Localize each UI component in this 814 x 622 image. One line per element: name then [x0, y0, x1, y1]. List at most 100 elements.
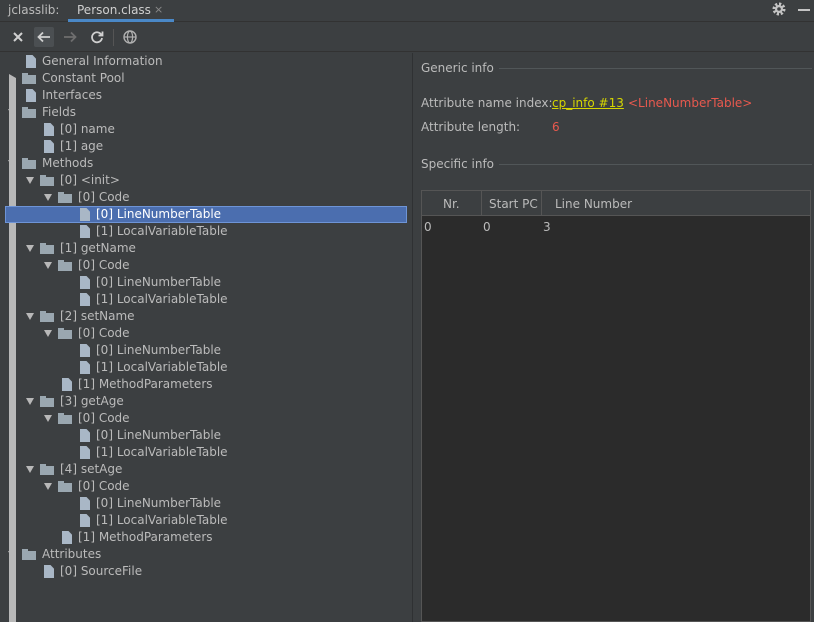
tree-node[interactable]: [1] LocalVariableTable: [0, 512, 412, 529]
file-icon: [80, 497, 90, 510]
gear-icon[interactable]: [771, 1, 787, 17]
table-cell-start-pc[interactable]: 0: [483, 220, 491, 234]
tree-node[interactable]: [1] getName: [0, 240, 412, 257]
table-cell-line-number[interactable]: 3: [543, 220, 551, 234]
tree-node[interactable]: [0] LineNumberTable: [0, 206, 412, 223]
file-icon: [26, 55, 36, 68]
expand-arrow-icon[interactable]: [44, 262, 52, 269]
tree-node-label: [0] Code: [78, 479, 130, 493]
tree-node[interactable]: [2] setName: [0, 308, 412, 325]
tree-node-label: [0] LineNumberTable: [96, 207, 222, 221]
expand-arrow-icon[interactable]: [44, 483, 52, 490]
forward-button[interactable]: [60, 27, 80, 47]
attribute-length-value: 6: [552, 120, 560, 134]
tree-node-label: [0] name: [60, 122, 115, 136]
refresh-icon: [91, 31, 104, 44]
expand-arrow-icon[interactable]: [8, 551, 16, 558]
tree-node[interactable]: [1] LocalVariableTable: [0, 223, 412, 240]
tree-node[interactable]: [0] Code: [0, 478, 412, 495]
tree-node-label: [1] LocalVariableTable: [96, 360, 228, 374]
detail-panel: Generic info Attribute name index: cp_in…: [413, 53, 814, 622]
column-header-line-number[interactable]: Line Number: [555, 197, 632, 211]
table-cell-nr[interactable]: 0: [424, 220, 432, 234]
column-header-start-pc[interactable]: Start PC: [489, 197, 538, 211]
tree-node-label: Interfaces: [42, 88, 102, 102]
folder-icon: [40, 243, 54, 254]
expand-arrow-icon[interactable]: [44, 415, 52, 422]
globe-icon: [123, 30, 137, 44]
expand-arrow-icon[interactable]: [26, 245, 34, 252]
tree-node-label: [1] getName: [60, 241, 136, 255]
tree-node[interactable]: [0] SourceFile: [0, 563, 412, 580]
tree-node-label: [1] LocalVariableTable: [96, 292, 228, 306]
tree-node-label: [1] LocalVariableTable: [96, 445, 228, 459]
folder-icon: [40, 396, 54, 407]
line-number-table: Nr. Start PC Line Number 0 0 3: [421, 190, 811, 622]
tree-node-label: [1] LocalVariableTable: [96, 513, 228, 527]
tree-node[interactable]: [1] MethodParameters: [0, 376, 412, 393]
expand-arrow-icon[interactable]: [26, 177, 34, 184]
refresh-button[interactable]: [87, 27, 107, 47]
section-divider: [499, 68, 812, 69]
tab-close-icon[interactable]: ×: [154, 3, 163, 16]
tree-node-label: [3] getAge: [60, 394, 124, 408]
expand-arrow-icon[interactable]: [44, 194, 52, 201]
tree-node[interactable]: [0] name: [0, 121, 412, 138]
tree-node-label: [0] <init>: [60, 173, 120, 187]
cp-info-link[interactable]: cp_info #13: [552, 96, 624, 110]
expand-arrow-icon[interactable]: [44, 330, 52, 337]
folder-icon: [40, 175, 54, 186]
tree-node[interactable]: [4] setAge: [0, 461, 412, 478]
tree-node[interactable]: [0] LineNumberTable: [0, 342, 412, 359]
tree-node[interactable]: [1] LocalVariableTable: [0, 291, 412, 308]
tree-node[interactable]: Fields: [0, 104, 412, 121]
tree-node[interactable]: [0] LineNumberTable: [0, 274, 412, 291]
forward-arrow-icon: [64, 31, 77, 43]
tree-node[interactable]: [3] getAge: [0, 393, 412, 410]
tree-node[interactable]: [0] LineNumberTable: [0, 427, 412, 444]
minimize-icon[interactable]: [798, 9, 810, 11]
back-button[interactable]: [34, 27, 54, 47]
tree-node[interactable]: [1] age: [0, 138, 412, 155]
tree-node[interactable]: [1] LocalVariableTable: [0, 444, 412, 461]
back-arrow-icon: [37, 31, 50, 43]
tree-node[interactable]: [0] LineNumberTable: [0, 495, 412, 512]
folder-icon: [40, 464, 54, 475]
tree-node[interactable]: Methods: [0, 155, 412, 172]
tree-node[interactable]: [0] <init>: [0, 172, 412, 189]
folder-icon: [22, 158, 36, 169]
tree-node[interactable]: [1] MethodParameters: [0, 529, 412, 546]
tree-node-label: [1] LocalVariableTable: [96, 224, 228, 238]
expand-arrow-icon[interactable]: [8, 160, 16, 167]
tree-node[interactable]: Interfaces: [0, 87, 412, 104]
tree-node[interactable]: General Information: [0, 53, 412, 70]
expand-arrow-icon[interactable]: [26, 313, 34, 320]
tree-node[interactable]: [0] Code: [0, 257, 412, 274]
expand-arrow-icon[interactable]: [26, 466, 34, 473]
tree-node[interactable]: Constant Pool: [0, 70, 412, 622]
file-icon: [80, 208, 90, 221]
tree-node-label: [0] Code: [78, 190, 130, 204]
file-icon: [44, 565, 54, 578]
file-icon: [80, 429, 90, 442]
column-divider[interactable]: [541, 191, 542, 216]
tree-node-label: [0] LineNumberTable: [96, 496, 222, 510]
tree-node-label: [0] Code: [78, 326, 130, 340]
expand-arrow-icon[interactable]: [26, 398, 34, 405]
column-header-nr[interactable]: Nr.: [443, 197, 460, 211]
tree-node[interactable]: [1] LocalVariableTable: [0, 359, 412, 376]
section-divider: [499, 164, 812, 165]
tree-node[interactable]: [0] Code: [0, 410, 412, 427]
tree-node[interactable]: Attributes: [0, 546, 412, 563]
close-button[interactable]: [8, 27, 28, 47]
column-divider[interactable]: [481, 191, 482, 216]
tree-node-label: [0] Code: [78, 411, 130, 425]
tree-node[interactable]: [0] Code: [0, 325, 412, 342]
folder-icon: [58, 260, 72, 271]
browser-button[interactable]: [120, 27, 140, 47]
generic-info-title: Generic info: [421, 61, 494, 75]
expand-arrow-icon[interactable]: [8, 109, 16, 116]
tab-person-class[interactable]: Person.class ×: [68, 0, 174, 22]
tree-node[interactable]: [0] Code: [0, 189, 412, 206]
attribute-length-label: Attribute length:: [421, 120, 521, 134]
